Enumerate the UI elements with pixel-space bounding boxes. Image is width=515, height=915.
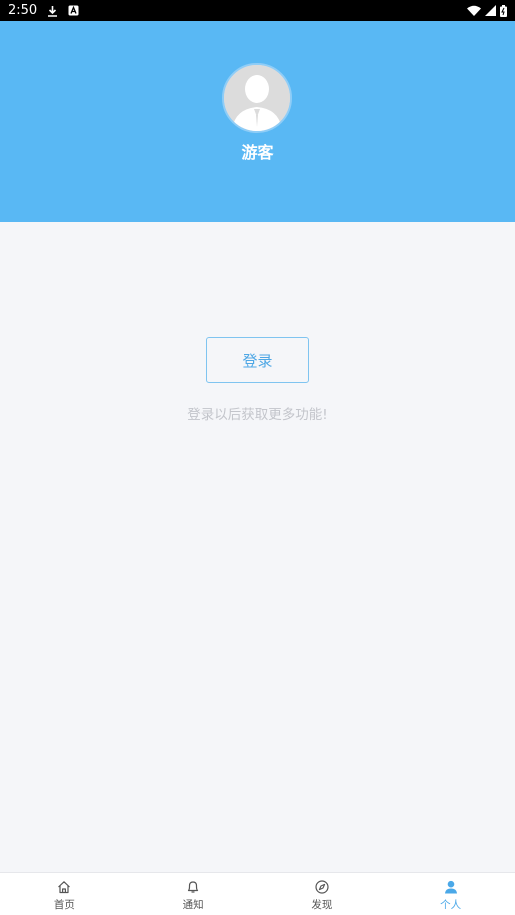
nav-item-home[interactable]: 首页 (0, 873, 129, 915)
profile-header: 游客 (0, 21, 515, 222)
status-bar: 2:50 (0, 0, 515, 21)
username: 游客 (241, 143, 274, 162)
home-icon (56, 879, 72, 895)
battery-icon (500, 4, 507, 17)
bell-icon (185, 879, 201, 895)
nav-label-notifications: 通知 (182, 898, 204, 911)
person-icon (443, 879, 459, 895)
default-user-icon (224, 65, 290, 131)
nav-item-discover[interactable]: 发现 (258, 873, 387, 915)
status-time: 2:50 (8, 3, 38, 18)
nav-item-notifications[interactable]: 通知 (129, 873, 258, 915)
login-hint-text: 登录以后获取更多功能! (187, 407, 328, 423)
nav-label-discover: 发现 (311, 898, 333, 911)
app-notification-icon (68, 5, 79, 16)
bottom-nav: 首页 通知 发现 个人 (0, 872, 515, 915)
nav-label-home: 首页 (53, 898, 75, 911)
login-button[interactable]: 登录 (206, 337, 309, 383)
wifi-icon (467, 5, 481, 16)
compass-icon (314, 879, 330, 895)
avatar[interactable] (222, 63, 292, 133)
download-icon (47, 5, 58, 17)
nav-label-profile: 个人 (440, 898, 462, 911)
nav-item-profile[interactable]: 个人 (386, 873, 515, 915)
cellular-signal-icon (485, 5, 496, 16)
